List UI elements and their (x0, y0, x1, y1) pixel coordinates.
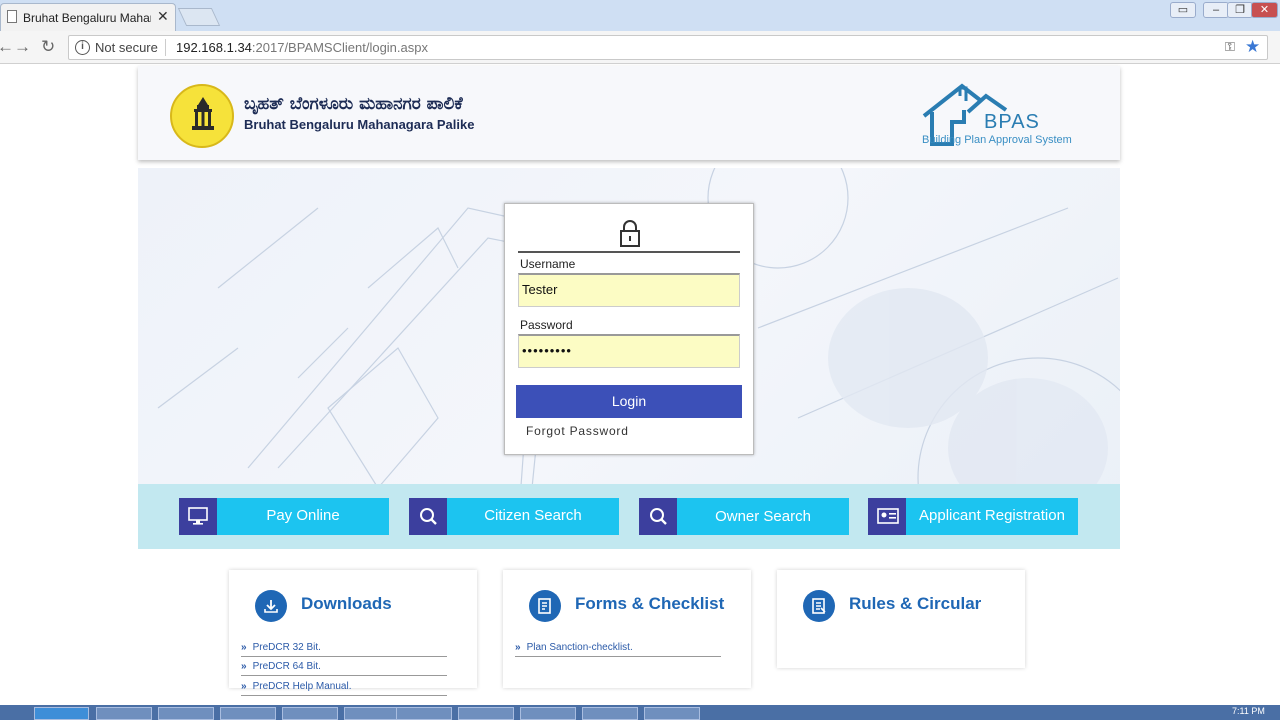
address-bar[interactable]: i Not secure 192.168.1.34:2017/BPAMSClie… (68, 35, 1268, 60)
tab-close-icon[interactable]: ✕ (157, 8, 169, 25)
forms-checklist-title: Forms & Checklist (575, 594, 725, 613)
quick-actions-strip: Pay Online Citizen Search Owner Search A… (138, 484, 1120, 549)
pay-online-button[interactable]: Pay Online (179, 498, 389, 535)
username-input[interactable]: Tester (518, 273, 740, 307)
password-label: Password (520, 318, 573, 332)
owner-search-button[interactable]: Owner Search (639, 498, 849, 535)
site-header: ಬೃಹತ್ ಬೆಂಗಳೂರು ಮಹಾನಗರ ಪಾಲಿಕೆ Bruhat Beng… (138, 66, 1120, 160)
org-name-english: Bruhat Bengaluru Mahanagara Palike (244, 117, 475, 132)
bbmp-emblem-icon (170, 84, 234, 148)
maximize-button[interactable]: ❐ (1227, 2, 1253, 18)
address-divider (165, 39, 166, 56)
taskbar-app-6[interactable] (396, 707, 452, 720)
downloads-card: Downloads » PreDCR 32 Bit. » PreDCR 64 Bit… (229, 570, 477, 696)
taskbar-clock[interactable]: 7:11 PM (1232, 706, 1265, 716)
start-button[interactable] (34, 707, 89, 720)
document-icon (803, 590, 835, 622)
citizen-search-label: Citizen Search (484, 507, 582, 524)
pay-online-label: Pay Online (266, 507, 340, 524)
downloads-title: Downloads (301, 594, 392, 613)
org-name-kannada: ಬೃಹತ್ ಬೆಂಗಳೂರು ಮಹಾನಗರ ಪಾಲಿಕೆ (244, 94, 463, 114)
applicant-registration-label: Applicant Registration (919, 507, 1065, 524)
taskbar-app-1[interactable] (96, 707, 152, 720)
plan-sanction-checklist-link[interactable]: » Plan Sanction-checklist. (515, 642, 721, 657)
brand-name: BPAS (984, 111, 1040, 133)
citizen-search-button[interactable]: Citizen Search (409, 498, 619, 535)
security-status[interactable]: Not secure (95, 40, 158, 55)
close-window-button[interactable]: ✕ (1251, 2, 1278, 18)
search-icon (639, 498, 677, 535)
page-favicon-icon (7, 10, 17, 23)
taskbar-app-3[interactable] (220, 707, 276, 720)
rules-circular-card: Rules & Circular (777, 570, 1025, 668)
download-link-help-manual[interactable]: » PreDCR Help Manual. (241, 681, 447, 696)
forward-arrow-icon[interactable]: → (14, 37, 31, 57)
taskbar-app-5[interactable] (344, 707, 400, 720)
bookmark-star-icon[interactable]: ★ (1245, 37, 1260, 57)
download-link-predcr-32[interactable]: » PreDCR 32 Bit. (241, 642, 447, 657)
monitor-icon (179, 498, 217, 535)
rules-circular-title: Rules & Circular (849, 594, 982, 613)
url-host: 192.168.1.34 (176, 40, 252, 55)
login-divider (518, 251, 740, 253)
username-label: Username (520, 257, 576, 271)
windows-taskbar: 7:11 PM (0, 705, 1280, 720)
user-profile-button[interactable]: ▭ (1170, 2, 1196, 18)
url-path: :2017/BPAMSClient/login.aspx (251, 40, 428, 55)
id-card-icon (868, 498, 906, 535)
login-panel: Username Tester Password ••••••••• Login… (504, 203, 754, 455)
page-content: ಬೃಹತ್ ಬೆಂಗಳೂರು ಮಹಾನಗರ ಪಾಲಿಕೆ Bruhat Beng… (0, 64, 1280, 705)
download-link-predcr-64[interactable]: » PreDCR 64 Bit. (241, 661, 447, 676)
reload-icon[interactable]: ↻ (41, 37, 55, 57)
applicant-registration-button[interactable]: Applicant Registration (868, 498, 1078, 535)
taskbar-app-8[interactable] (520, 707, 576, 720)
form-icon (529, 590, 561, 622)
browser-tab-bar: Bruhat Bengaluru Mahan ✕ ▭ – ❐ ✕ (0, 0, 1280, 31)
lock-icon (620, 220, 640, 247)
brand-tagline: Building Plan Approval System (922, 134, 1072, 146)
info-icon[interactable]: i (75, 40, 90, 55)
forms-checklist-card: Forms & Checklist » Plan Sanction-checkli… (503, 570, 751, 688)
tab-title: Bruhat Bengaluru Mahan (23, 11, 151, 25)
owner-search-label: Owner Search (715, 508, 811, 525)
login-button[interactable]: Login (516, 385, 742, 418)
key-icon[interactable]: ⚿ (1225, 39, 1235, 55)
taskbar-app-4[interactable] (282, 707, 338, 720)
new-tab-button[interactable] (177, 8, 221, 26)
taskbar-app-9[interactable] (582, 707, 638, 720)
browser-tab[interactable]: Bruhat Bengaluru Mahan ✕ (0, 3, 176, 31)
back-arrow-icon[interactable]: ← (0, 37, 14, 57)
taskbar-app-7[interactable] (458, 707, 514, 720)
url-text[interactable]: 192.168.1.34:2017/BPAMSClient/login.aspx (176, 40, 428, 55)
taskbar-app-10[interactable] (644, 707, 700, 720)
search-icon (409, 498, 447, 535)
forgot-password-link[interactable]: Forgot Password (526, 424, 629, 438)
browser-toolbar: ← → ↻ i Not secure 192.168.1.34:2017/BPA… (0, 31, 1280, 64)
minimize-button[interactable]: – (1203, 2, 1229, 18)
temple-icon (192, 97, 214, 130)
password-input[interactable]: ••••••••• (518, 334, 740, 368)
download-icon (255, 590, 287, 622)
taskbar-app-2[interactable] (158, 707, 214, 720)
